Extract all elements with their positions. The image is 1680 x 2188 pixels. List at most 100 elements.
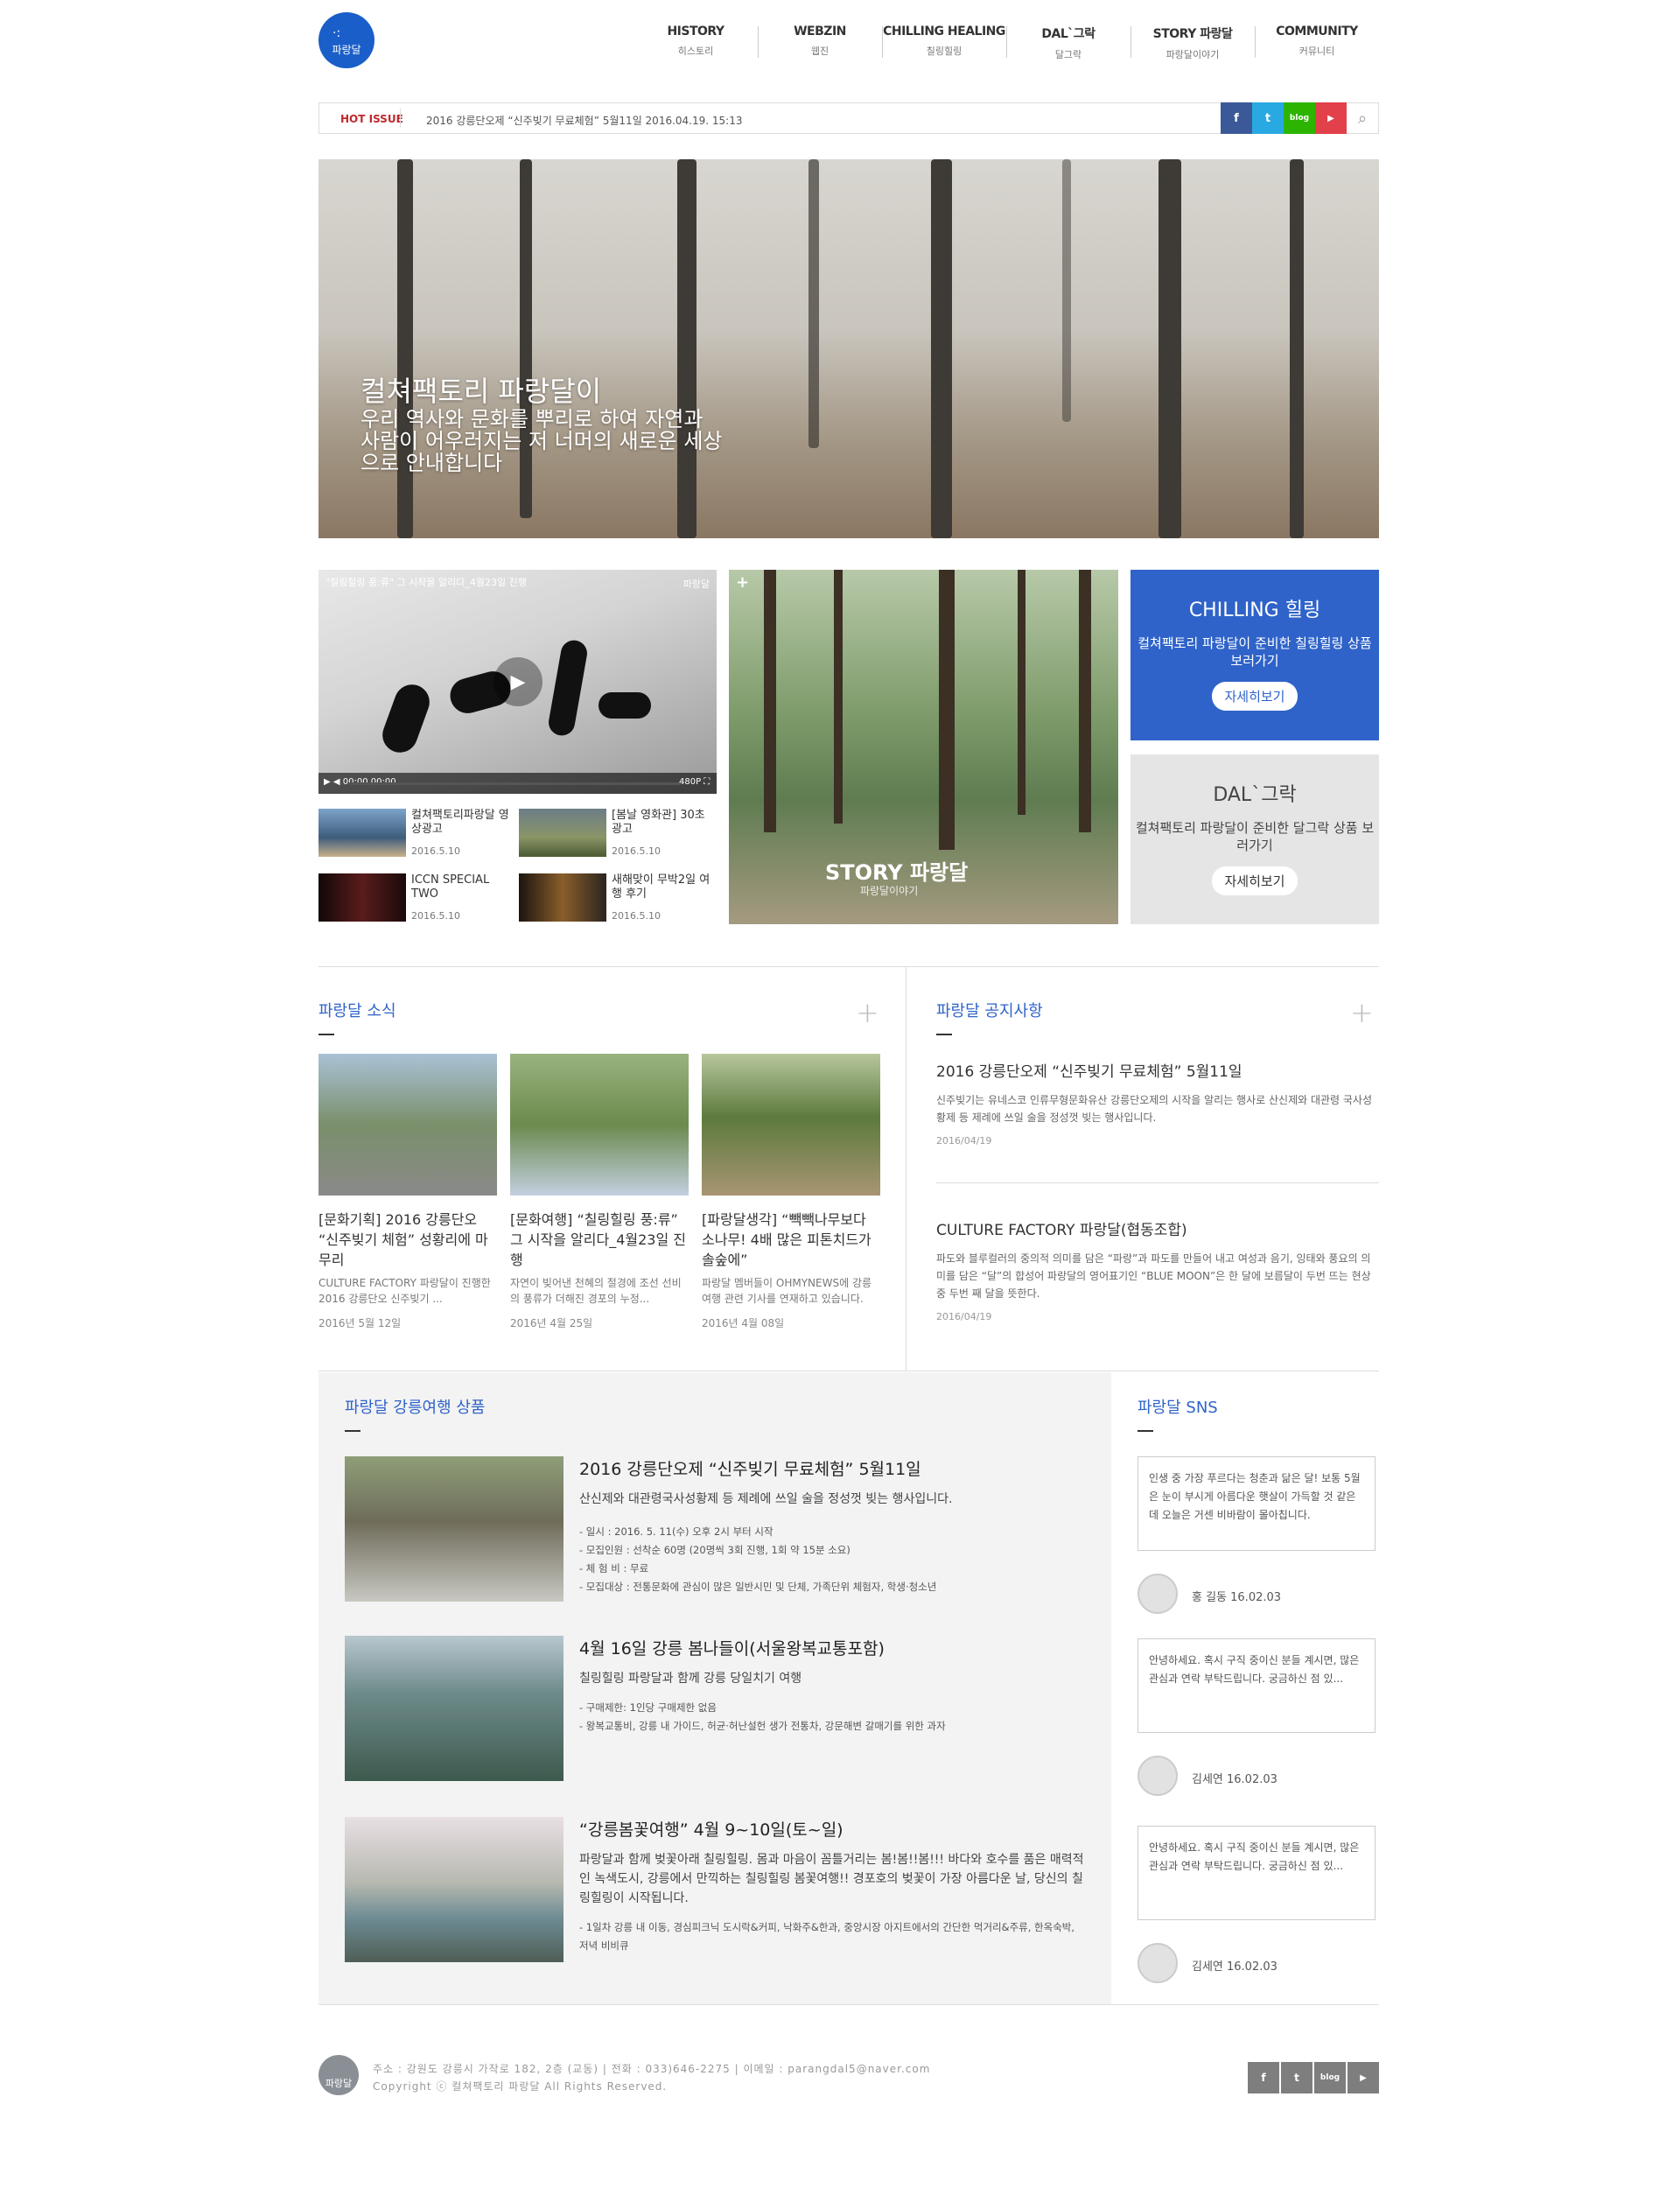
footer: 파랑달 주소 : 강원도 강릉시 가작로 182, 2층 (교동) | 전화 :… bbox=[318, 2055, 1379, 2099]
tree-trunk bbox=[764, 570, 776, 832]
product-detail: - 체 험 비 : 무료 bbox=[579, 1562, 649, 1574]
news-date: 2016년 4월 08일 bbox=[702, 1317, 785, 1329]
more-icon[interactable]: + bbox=[736, 573, 749, 592]
video-thumb[interactable]: 컬쳐팩토리파랑달 영상광고 2016.5.10 bbox=[318, 809, 518, 861]
logo-dots-icon: ·: bbox=[332, 26, 341, 40]
product-detail: - 구매제한: 1인당 구매제한 없음 bbox=[579, 1701, 717, 1714]
sns-user: 홍 길동 16.02.03 bbox=[1138, 1574, 1376, 1614]
news-image bbox=[510, 1054, 689, 1196]
site-logo[interactable]: ·: 파랑달 bbox=[318, 12, 374, 68]
header: ·: 파랑달 HISTORY 히스토리 WEBZIN 웹진 CHILLING HEAL… bbox=[318, 0, 1379, 88]
nav-label: COMMUNITY bbox=[1276, 25, 1358, 39]
thumb-image bbox=[519, 809, 606, 857]
sns-item[interactable]: 인생 중 가장 푸르다는 청춘과 닮은 달! 보통 5월은 눈이 부시게 아름다… bbox=[1138, 1456, 1376, 1614]
hot-issue-bar: HOT ISSUE 2016 강릉단오제 “신주빚기 무료체험” 5월11일 2… bbox=[318, 102, 1379, 134]
footer-social-links: f t blog ▶ bbox=[1246, 2062, 1379, 2093]
news-title: [문화기획] 2016 강릉단오 “신주빚기 체험” 성황리에 마무리 bbox=[318, 1211, 488, 1268]
youtube-icon[interactable]: ▶ bbox=[1315, 102, 1347, 134]
tree-trunk bbox=[1290, 159, 1304, 538]
video-progress[interactable] bbox=[348, 782, 681, 785]
sns-user-name: 홍 길동 16.02.03 bbox=[1192, 1591, 1282, 1604]
product-item[interactable]: 2016 강릉단오제 “신주빚기 무료체험” 5월11일 산신제와 대관령국사성… bbox=[345, 1456, 1097, 1602]
news-image bbox=[318, 1054, 497, 1196]
nav-sublabel: 웹진 bbox=[810, 46, 830, 57]
thumb-image bbox=[318, 873, 406, 922]
tree-trunk bbox=[939, 570, 955, 850]
video-thumb[interactable]: [봄날 영화관] 30초 광고 2016.5.10 bbox=[519, 809, 718, 861]
nav-label: CHILLING HEALING bbox=[883, 25, 1005, 39]
news-date: 2016년 4월 25일 bbox=[510, 1317, 593, 1329]
nav-item-chilling-healing[interactable]: CHILLING HEALING 칠링힐링 bbox=[882, 25, 1006, 61]
nav-item-dal[interactable]: DAL`그락 달그락 bbox=[1006, 25, 1130, 61]
notice-item[interactable]: CULTURE FACTORY 파랑달(협동조합) 파도와 블루컬러의 중의적 … bbox=[936, 1217, 1379, 1322]
product-item[interactable]: “강릉봄꽃여행” 4월 9~10일(토~일) 파랑달과 함께 벚꽃아래 칠링힐링… bbox=[345, 1817, 1097, 1962]
story-label: STORY 파랑달 bbox=[825, 860, 969, 885]
product-detail: - 모집대상 : 전통문화에 관심이 많은 일반시민 및 단체, 가족단위 체험… bbox=[579, 1581, 937, 1593]
video-thumb[interactable]: ICCN SPECIAL TWO 2016.5.10 bbox=[318, 873, 518, 926]
sns-item[interactable]: 안녕하세요. 혹시 구직 중이신 분들 계시면, 많은 관심과 연락 부탁드립니… bbox=[1138, 1638, 1376, 1796]
tree-trunk bbox=[1062, 159, 1071, 422]
facebook-icon[interactable]: f bbox=[1221, 102, 1252, 134]
nav-sublabel: 칠링힐링 bbox=[926, 46, 962, 57]
thumb-date: 2016.5.10 bbox=[411, 845, 460, 857]
thumb-date: 2016.5.10 bbox=[612, 845, 661, 857]
nav-label: DAL`그락 bbox=[1041, 27, 1096, 41]
product-title: “강릉봄꽃여행” 4월 9~10일(토~일) bbox=[579, 1820, 844, 1840]
youtube-icon[interactable]: ▶ bbox=[1348, 2062, 1379, 2093]
news-title: [문화여행] “칠링힐링 풍:류” 그 시작을 알리다_4월23일 진행 bbox=[510, 1211, 686, 1268]
card-desc: 컬쳐팩토리 파랑달이 준비한 칠링힐링 상품 보러가기 bbox=[1138, 635, 1372, 669]
tree-trunk bbox=[1018, 570, 1026, 815]
blog-icon[interactable]: blog bbox=[1284, 102, 1315, 134]
twitter-icon[interactable]: t bbox=[1281, 2062, 1312, 2093]
hot-issue-tag: HOT ISSUE bbox=[340, 113, 403, 125]
blog-icon[interactable]: blog bbox=[1314, 2062, 1346, 2093]
video-thumb[interactable]: 새해맞이 무박2일 여행 후기 2016.5.10 bbox=[519, 873, 718, 926]
detail-button[interactable]: 자세히보기 bbox=[1212, 866, 1298, 895]
more-icon[interactable]: + bbox=[856, 996, 879, 1029]
sns-section-title: 파랑달 SNS bbox=[1138, 1395, 1218, 1432]
facebook-icon[interactable]: f bbox=[1248, 2062, 1279, 2093]
sns-post-text: 안녕하세요. 혹시 구직 중이신 분들 계시면, 많은 관심과 연락 부탁드립니… bbox=[1138, 1826, 1376, 1920]
news-item[interactable]: [문화여행] “칠링힐링 풍:류” 그 시작을 알리다_4월23일 진행 자연이… bbox=[510, 1054, 689, 1330]
thumb-title: 새해맞이 무박2일 여행 후기 bbox=[612, 873, 710, 901]
product-item[interactable]: 4월 16일 강릉 봄나들이(서울왕복교통포함) 칠링힐링 파랑달과 함께 강릉… bbox=[345, 1636, 1097, 1781]
footer-logo[interactable]: 파랑달 bbox=[318, 2055, 359, 2095]
thumb-date: 2016.5.10 bbox=[612, 910, 661, 922]
nav-item-story[interactable]: STORY 파랑달 파랑달이야기 bbox=[1130, 25, 1255, 61]
video-quality[interactable]: 480P ⛶ bbox=[679, 777, 710, 787]
notice-title: CULTURE FACTORY 파랑달(협동조합) bbox=[936, 1222, 1187, 1239]
tree-trunk bbox=[1079, 570, 1091, 832]
tree-trunk bbox=[834, 570, 843, 824]
sns-item[interactable]: 안녕하세요. 혹시 구직 중이신 분들 계시면, 많은 관심과 연락 부탁드립니… bbox=[1138, 1826, 1376, 1983]
product-detail: - 일시 : 2016. 5. 11(수) 오후 2시 부터 시작 bbox=[579, 1525, 774, 1538]
video-control-bar: ▶ ◀ 00:00 00:00 480P ⛶ bbox=[318, 773, 717, 794]
notice-date: 2016/04/19 bbox=[936, 1311, 992, 1322]
story-banner[interactable]: + STORY 파랑달 파랑달이야기 bbox=[729, 570, 1118, 924]
tree-trunk bbox=[1158, 159, 1181, 538]
product-detail: - 1일차 강릉 내 이동, 경심피크닉 도시락&커피, 낙화주&한과, 중앙시… bbox=[579, 1921, 1075, 1952]
more-icon[interactable]: + bbox=[1350, 996, 1374, 1029]
nav-sublabel: 커뮤니티 bbox=[1298, 46, 1335, 57]
news-date: 2016년 5월 12일 bbox=[318, 1317, 402, 1329]
play-icon[interactable]: ▶ bbox=[494, 657, 542, 706]
detail-button[interactable]: 자세히보기 bbox=[1212, 682, 1298, 711]
calligraphy-stroke bbox=[546, 638, 590, 738]
nav-item-history[interactable]: HISTORY 히스토리 bbox=[634, 25, 758, 61]
divider bbox=[400, 109, 401, 128]
nav-label: HISTORY bbox=[667, 25, 724, 39]
twitter-icon[interactable]: t bbox=[1252, 102, 1284, 134]
news-item[interactable]: [문화기획] 2016 강릉단오 “신주빚기 체험” 성황리에 마무리 CULT… bbox=[318, 1054, 497, 1330]
notice-item[interactable]: 2016 강릉단오제 “신주빚기 무료체험” 5월11일 신주빚기는 유네스코 … bbox=[936, 1059, 1379, 1147]
social-links: f t blog ▶ bbox=[1221, 102, 1347, 134]
nav-item-webzin[interactable]: WEBZIN 웹진 bbox=[758, 25, 882, 61]
video-player[interactable]: "칠링힐링 풍:류" 그 시작을 알리다_4월23일 진행 파랑달 ▶ ▶ ◀ … bbox=[318, 570, 717, 794]
tree-trunk bbox=[677, 159, 696, 538]
hot-issue-text[interactable]: 2016 강릉단오제 “신주빚기 무료체험” 5월11일 2016.04.19.… bbox=[426, 113, 742, 128]
nav-item-community[interactable]: COMMUNITY 커뮤니티 bbox=[1255, 25, 1379, 61]
news-item[interactable]: [파랑달생각] “빽빽나무보다 소나무! 4배 많은 피톤치드가 솔숲에” 파랑… bbox=[702, 1054, 880, 1330]
main-nav: HISTORY 히스토리 WEBZIN 웹진 CHILLING HEALING 칠링힐… bbox=[634, 25, 1379, 61]
product-desc: 파랑달과 함께 벚꽃아래 칠링힐링. 몸과 마음이 꼼틀거리는 봄!봄!!봄!!… bbox=[579, 1853, 1084, 1905]
search-icon[interactable]: ⌕ bbox=[1347, 102, 1378, 134]
news-image bbox=[702, 1054, 880, 1196]
notice-date: 2016/04/19 bbox=[936, 1135, 992, 1147]
